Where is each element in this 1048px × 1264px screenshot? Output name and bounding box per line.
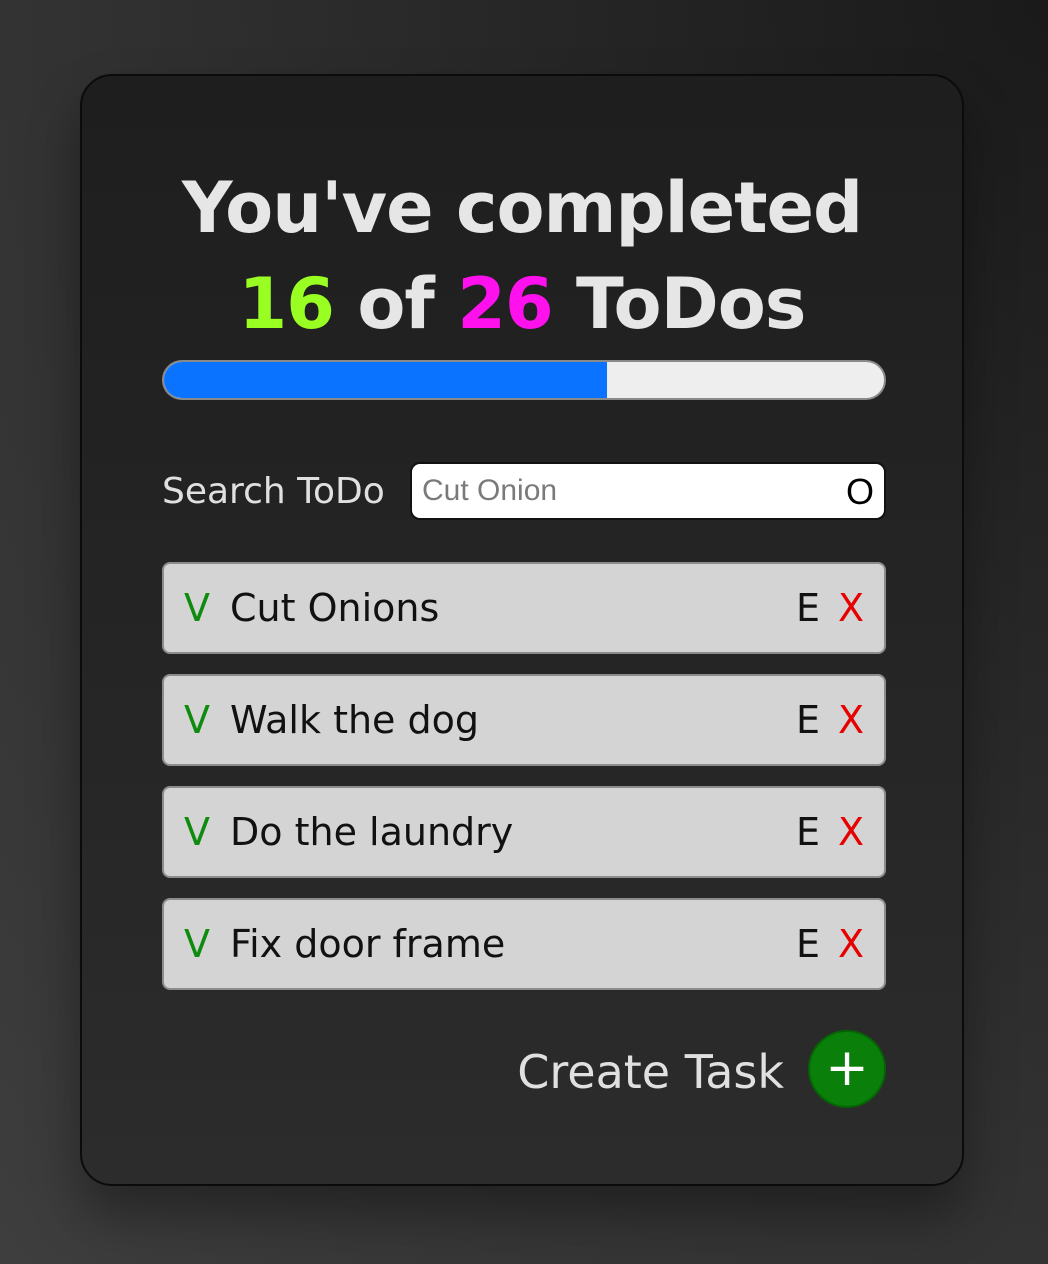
of-word: of xyxy=(357,263,435,345)
search-input[interactable] xyxy=(412,464,832,518)
progress-bar xyxy=(162,360,886,400)
todo-item: V Do the laundry E X xyxy=(162,786,886,878)
todo-text: Do the laundry xyxy=(230,810,514,854)
plus-icon: + xyxy=(825,1038,869,1098)
search-box: O xyxy=(410,462,886,520)
complete-toggle-icon[interactable]: V xyxy=(184,900,210,988)
counter-title-line2: 16 of 26 ToDos xyxy=(82,256,962,352)
counter-title-line1: You've completed xyxy=(181,167,863,249)
progress-fill xyxy=(164,362,607,398)
complete-toggle-icon[interactable]: V xyxy=(184,788,210,876)
todos-word: ToDos xyxy=(576,263,806,345)
search-label: Search ToDo xyxy=(162,471,385,512)
todo-text: Fix door frame xyxy=(230,922,506,966)
delete-button[interactable]: X xyxy=(838,900,864,988)
todo-item: V Fix door frame E X xyxy=(162,898,886,990)
todo-list: V Cut Onions E X V Walk the dog E X V Do… xyxy=(162,562,886,1010)
todo-text: Cut Onions xyxy=(230,586,440,630)
search-icon[interactable]: O xyxy=(846,464,874,518)
create-task-label: Create Task xyxy=(517,1045,784,1099)
delete-button[interactable]: X xyxy=(838,676,864,764)
complete-toggle-icon[interactable]: V xyxy=(184,676,210,764)
todo-item: V Cut Onions E X xyxy=(162,562,886,654)
completed-count: 16 xyxy=(238,263,335,345)
edit-button[interactable]: E xyxy=(796,564,820,652)
edit-button[interactable]: E xyxy=(796,676,820,764)
edit-button[interactable]: E xyxy=(796,788,820,876)
edit-button[interactable]: E xyxy=(796,900,820,988)
delete-button[interactable]: X xyxy=(838,564,864,652)
total-count: 26 xyxy=(457,263,553,345)
create-task-button[interactable]: + xyxy=(808,1030,886,1108)
delete-button[interactable]: X xyxy=(838,788,864,876)
todo-item: V Walk the dog E X xyxy=(162,674,886,766)
todo-card: You've completed 16 of 26 ToDos Search T… xyxy=(80,74,964,1186)
todo-text: Walk the dog xyxy=(230,698,480,742)
complete-toggle-icon[interactable]: V xyxy=(184,564,210,652)
